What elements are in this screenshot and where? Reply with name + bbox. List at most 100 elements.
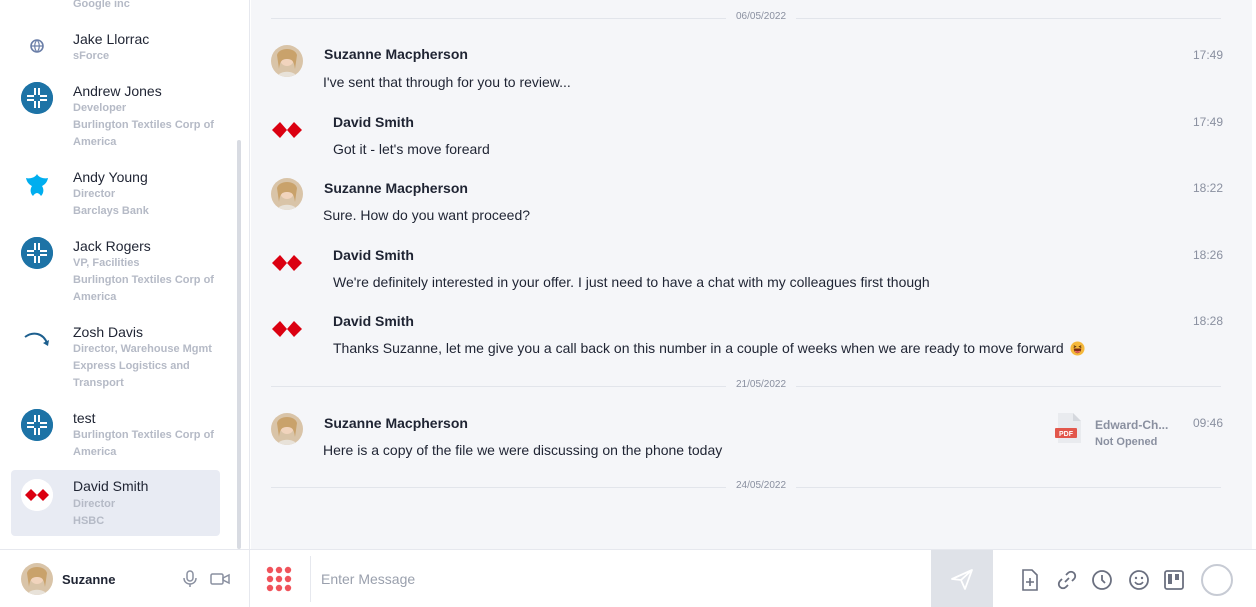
express-logo-icon <box>21 325 53 357</box>
hsbc-logo-icon <box>271 114 303 146</box>
contacts-sidebar: Google inc Jake Llorrac sForce Andrew Jo… <box>0 0 250 549</box>
message-item: Suzanne Macpherson 17:49 I've sent that … <box>271 44 1223 94</box>
chat-scrollbar[interactable] <box>1252 0 1256 549</box>
emoji-icon[interactable] <box>1128 569 1150 591</box>
date-divider-label: 21/05/2022 <box>726 379 797 390</box>
message-text: Sure. How do you want proceed? <box>323 207 531 223</box>
message-sender: David Smith <box>333 247 414 263</box>
contact-title: Director <box>73 498 116 510</box>
date-divider-label: 06/05/2022 <box>726 11 797 22</box>
message-text: I've sent that through for you to review… <box>323 74 571 90</box>
messaging-app: Google inc Jake Llorrac sForce Andrew Jo… <box>0 0 1256 607</box>
message-time: 18:26 <box>1192 248 1223 262</box>
add-file-icon[interactable] <box>1020 569 1040 591</box>
chat-panel: 06/05/2022 Suzanne Macpherson 17:49 I've… <box>251 0 1256 549</box>
contact-company-cont: America <box>73 446 117 458</box>
message-sender: Suzanne Macpherson <box>324 46 468 62</box>
contact-company: Barclays Bank <box>73 205 149 217</box>
user-avatar[interactable] <box>21 563 53 595</box>
message-item: David Smith 18:26 We're definitely inter… <box>271 244 1223 294</box>
globe-icon <box>21 30 53 62</box>
date-divider-label: 24/05/2022 <box>726 480 797 491</box>
send-icon <box>951 569 973 590</box>
hsbc-logo-icon <box>21 479 53 511</box>
message-sender: Suzanne Macpherson <box>324 415 468 431</box>
current-user-name: Suzanne <box>62 572 116 587</box>
board-icon[interactable] <box>1163 569 1185 591</box>
attachment-status: Not Opened <box>1095 436 1158 448</box>
burlington-logo-icon <box>21 409 53 441</box>
contact-company: Burlington Textiles Corp of <box>73 429 214 441</box>
suzanne-avatar <box>271 45 303 77</box>
contact-david-smith[interactable]: David Smith Director HSBC <box>11 470 220 536</box>
contact-name: David Smith <box>73 478 149 494</box>
contact-company-cont: America <box>73 291 117 303</box>
contact-jack-rogers[interactable]: Jack Rogers VP, Facilities Burlington Te… <box>11 233 220 305</box>
date-divider: 06/05/2022 <box>271 11 1221 22</box>
contact-name: Jack Rogers <box>73 238 151 254</box>
barclays-eagle-icon <box>21 170 53 202</box>
message-input[interactable] <box>321 564 921 594</box>
contact-company: Express Logistics and <box>73 360 190 372</box>
contact-andy-young[interactable]: Andy Young Director Barclays Bank <box>11 164 220 220</box>
message-text: We're definitely interested in your offe… <box>333 274 930 290</box>
send-button[interactable] <box>931 550 993 607</box>
contact-jake-llorrac[interactable]: Jake Llorrac sForce <box>11 26 220 68</box>
message-text: Thanks Suzanne, let me give you a call b… <box>333 340 1064 356</box>
contact-company: Burlington Textiles Corp of <box>73 274 214 286</box>
burlington-logo-icon <box>21 82 53 114</box>
contact-andrew-jones[interactable]: Andrew Jones Developer Burlington Textil… <box>11 78 220 150</box>
message-sender: Suzanne Macpherson <box>324 180 468 196</box>
message-time: 17:49 <box>1192 48 1223 62</box>
contact-name: Andy Young <box>73 169 148 185</box>
message-sender: David Smith <box>333 114 414 130</box>
contact-company: HSBC <box>73 515 105 527</box>
composer-divider <box>310 556 311 602</box>
burlington-logo-icon <box>21 237 53 269</box>
attachment-filename[interactable]: Edward-Ch... <box>1095 418 1168 432</box>
microphone-icon[interactable] <box>180 569 200 589</box>
status-indicator[interactable] <box>1201 564 1233 596</box>
link-icon[interactable] <box>1056 569 1078 591</box>
message-text: Got it - let's move foreard <box>333 141 490 157</box>
contact-name: test <box>73 410 96 426</box>
message-time: 17:49 <box>1192 115 1223 129</box>
laughing-emoji-icon <box>1070 341 1085 356</box>
message-time: 18:28 <box>1192 314 1223 328</box>
contact-company: sForce <box>73 50 110 62</box>
message-time: 09:46 <box>1192 416 1223 430</box>
contact-company-cont: Transport <box>73 377 124 389</box>
contact-title: Director, Warehouse Mgmt <box>73 343 212 355</box>
date-divider: 21/05/2022 <box>271 379 1221 390</box>
message-item: David Smith 18:28 Thanks Suzanne, let me… <box>271 310 1223 360</box>
message-item: Suzanne Macpherson 09:46 Here is a copy … <box>271 412 1223 462</box>
svg-text:PDF: PDF <box>1059 431 1074 438</box>
message-text: Here is a copy of the file we were discu… <box>323 442 723 458</box>
suzanne-avatar <box>271 178 303 210</box>
contact-title: VP, Facilities <box>73 257 140 269</box>
message-item: David Smith 17:49 Got it - let's move fo… <box>271 111 1223 161</box>
contact-company: Burlington Textiles Corp of <box>73 119 214 131</box>
contact-company-cont: America <box>73 136 117 148</box>
contact-name: Zosh Davis <box>73 324 144 340</box>
video-camera-icon[interactable] <box>209 569 231 589</box>
contact-name: Jake Llorrac <box>73 31 150 47</box>
dialpad-icon[interactable] <box>265 566 293 592</box>
message-item: Suzanne Macpherson 18:22 Sure. How do yo… <box>271 177 1223 227</box>
contact-zosh-davis[interactable]: Zosh Davis Director, Warehouse Mgmt Expr… <box>11 319 220 391</box>
pdf-file-icon: PDF <box>1055 412 1083 444</box>
contact-test[interactable]: test Burlington Textiles Corp of America <box>11 405 220 461</box>
file-attachment[interactable]: PDF Edward-Ch... Not Opened <box>1055 412 1185 452</box>
message-sender: David Smith <box>333 313 414 329</box>
partial-contact-sub: Google inc <box>73 0 130 10</box>
current-user: Suzanne <box>0 550 250 607</box>
sidebar-scrollbar[interactable] <box>237 140 241 549</box>
clock-icon[interactable] <box>1091 569 1113 591</box>
bottom-bar: Suzanne <box>0 549 1256 607</box>
message-time: 18:22 <box>1192 181 1223 195</box>
hsbc-logo-icon <box>271 313 303 345</box>
message-composer <box>251 550 931 607</box>
contact-title: Developer <box>73 102 127 114</box>
suzanne-avatar <box>271 413 303 445</box>
date-divider: 24/05/2022 <box>271 480 1221 491</box>
